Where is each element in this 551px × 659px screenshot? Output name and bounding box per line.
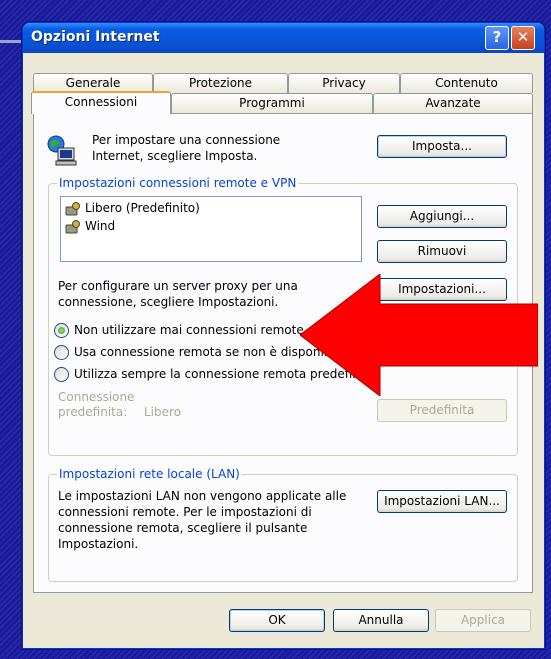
lan-text-line1: Le impostazioni LAN non vengono applicat… [58,489,347,503]
close-button[interactable]: ✕ [511,26,535,50]
default-button[interactable]: Predefinita [377,399,507,422]
dialup-connection-icon [65,219,81,234]
dialup-connection-icon [65,201,81,216]
setup-button[interactable]: Imposta... [377,135,507,158]
setup-description: Per impostare una connessione Internet, … [92,132,280,164]
lan-settings-button[interactable]: Impostazioni LAN... [377,490,507,513]
dialup-group-title: Impostazioni connessioni remote e VPN [57,176,299,190]
proxy-text-line2: connessione, scegliere Impostazioni. [58,295,279,309]
help-button[interactable]: ? [485,26,509,50]
list-item[interactable]: Libero (Predefinito) [65,199,200,217]
tab-programmi[interactable]: Programmi [171,93,373,113]
default-connection-label: Connessione predefinita: [58,390,134,420]
apply-button[interactable]: Applica [435,609,531,632]
connection-name: Libero (Predefinito) [85,201,200,215]
radio-icon[interactable] [54,367,69,382]
setup-text-line2: Internet, scegliere Imposta. [92,149,258,163]
radio-never-dial[interactable]: Non utilizzare mai connessioni remote [54,322,304,338]
window-title: Opzioni Internet [31,29,160,45]
connection-name: Wind [85,219,116,233]
network-setup-icon [46,134,80,168]
lan-text-line2: connessioni remote. Per le impostazioni … [58,505,312,519]
default-label-line1: Connessione [58,390,135,404]
radio-selected-icon[interactable] [54,323,69,338]
proxy-description: Per configurare un server proxy per una … [58,278,298,310]
tab-contenuto[interactable]: Contenuto [400,73,533,93]
connections-listbox[interactable]: Libero (Predefinito) Wind [60,196,362,262]
lan-group-title: Impostazioni rete locale (LAN) [57,467,242,481]
lan-description: Le impostazioni LAN non vengono applicat… [58,488,346,552]
tab-protezione[interactable]: Protezione [153,73,288,93]
tab-avanzate[interactable]: Avanzate [373,93,533,113]
lan-text-line4: Impostazioni. [58,537,139,551]
default-label-line2: predefinita: [58,405,128,419]
tab-generale[interactable]: Generale [33,73,153,93]
tab-connessioni[interactable]: Connessioni [31,91,171,114]
radio-label: Non utilizzare mai connessioni remote [74,323,304,337]
proxy-text-line1: Per configurare un server proxy per una [58,279,298,293]
ok-button[interactable]: OK [229,609,325,632]
setup-text-line1: Per impostare una connessione [92,133,281,147]
radio-icon[interactable] [54,345,69,360]
list-item[interactable]: Wind [65,217,115,235]
title-bar[interactable]: Opzioni Internet ? ✕ [23,23,544,53]
add-button[interactable]: Aggiungi... [377,205,507,228]
tab-privacy[interactable]: Privacy [288,73,400,93]
default-connection-value: Libero [144,405,182,419]
cancel-button[interactable]: Annulla [333,609,429,632]
remove-button[interactable]: Rimuovi [377,240,507,263]
lan-text-line3: connessione remota, scegliere il pulsant… [58,521,308,535]
red-arrow-annotation [300,274,538,396]
